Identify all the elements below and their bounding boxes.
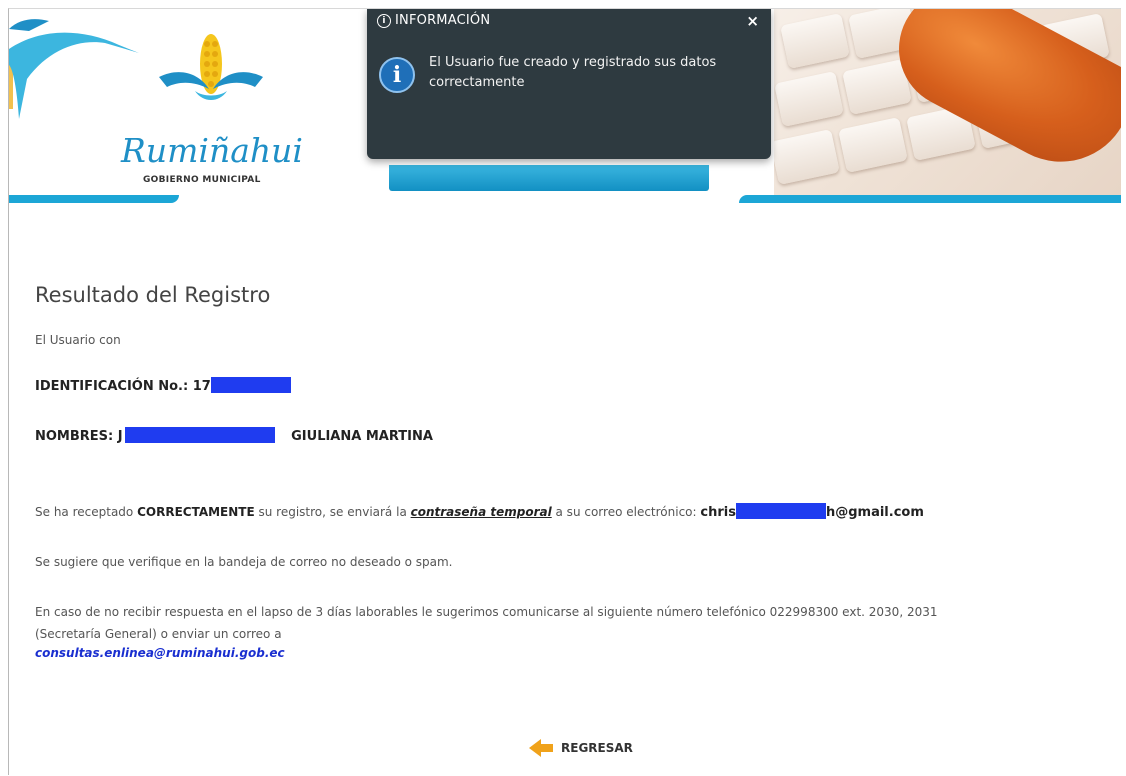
page-title: Resultado del Registro (35, 283, 271, 307)
contact-email-link[interactable]: consultas.enlinea@ruminahui.gob.ec (35, 646, 285, 660)
back-arrow-icon (529, 739, 553, 757)
temporary-password-link: contraseña temporal (410, 505, 552, 519)
info-notification: i INFORMACIÓN × i El Usuario fue creado … (367, 9, 771, 159)
site-header: Rumiñahui GOBIERNO MUNICIPAL i INFORMACI… (9, 9, 1121, 209)
header-wave-left (9, 195, 179, 203)
notification-message: El Usuario fue creado y registrado sus d… (429, 55, 717, 90)
confirmation-strong: CORRECTAMENTE (137, 505, 255, 519)
confirmation-text-suffix: a su correo electrónico: (551, 505, 701, 519)
redacted-block (124, 427, 275, 443)
logo-name: Rumiñahui (121, 131, 303, 170)
registration-confirmation: Se ha receptado CORRECTAMENTE su registr… (35, 503, 924, 520)
notification-title: INFORMACIÓN (395, 13, 491, 28)
email-end: h@gmail.com (825, 505, 924, 520)
spam-note: Se sugiere que verifique en la bandeja d… (35, 555, 453, 569)
info-small-icon: i (377, 13, 391, 28)
keyboard-photo (774, 9, 1121, 195)
email-start: chris (700, 505, 736, 520)
identification-row: IDENTIFICACIÓN No.: 17 (35, 377, 291, 394)
back-button[interactable]: REGRESAR (529, 739, 633, 757)
info-icon: i (379, 57, 415, 93)
redacted-block (735, 503, 826, 519)
close-icon[interactable]: × (746, 12, 759, 30)
names-label: NOMBRES: J (35, 429, 123, 444)
contact-line-1: En caso de no recibir respuesta en el la… (35, 605, 938, 619)
redacted-block (210, 377, 291, 393)
contact-line-2: (Secretaría General) o enviar un correo … (35, 627, 282, 641)
page-frame: Rumiñahui GOBIERNO MUNICIPAL i INFORMACI… (8, 8, 1121, 775)
header-wave-right (739, 195, 1121, 203)
header-center-bar (389, 165, 709, 191)
intro-text: El Usuario con (35, 333, 121, 347)
confirmation-text-mid: su registro, se enviará la (254, 505, 411, 519)
confirmation-text: Se ha receptado (35, 505, 138, 519)
back-button-label: REGRESAR (561, 741, 633, 755)
logo-subtitle: GOBIERNO MUNICIPAL (143, 175, 261, 185)
notification-header: i INFORMACIÓN (377, 13, 490, 28)
names-row: NOMBRES: J GIULIANA MARTINA (35, 427, 433, 444)
identification-label: IDENTIFICACIÓN No.: 17 (35, 379, 211, 394)
names-value: GIULIANA MARTINA (291, 429, 433, 444)
